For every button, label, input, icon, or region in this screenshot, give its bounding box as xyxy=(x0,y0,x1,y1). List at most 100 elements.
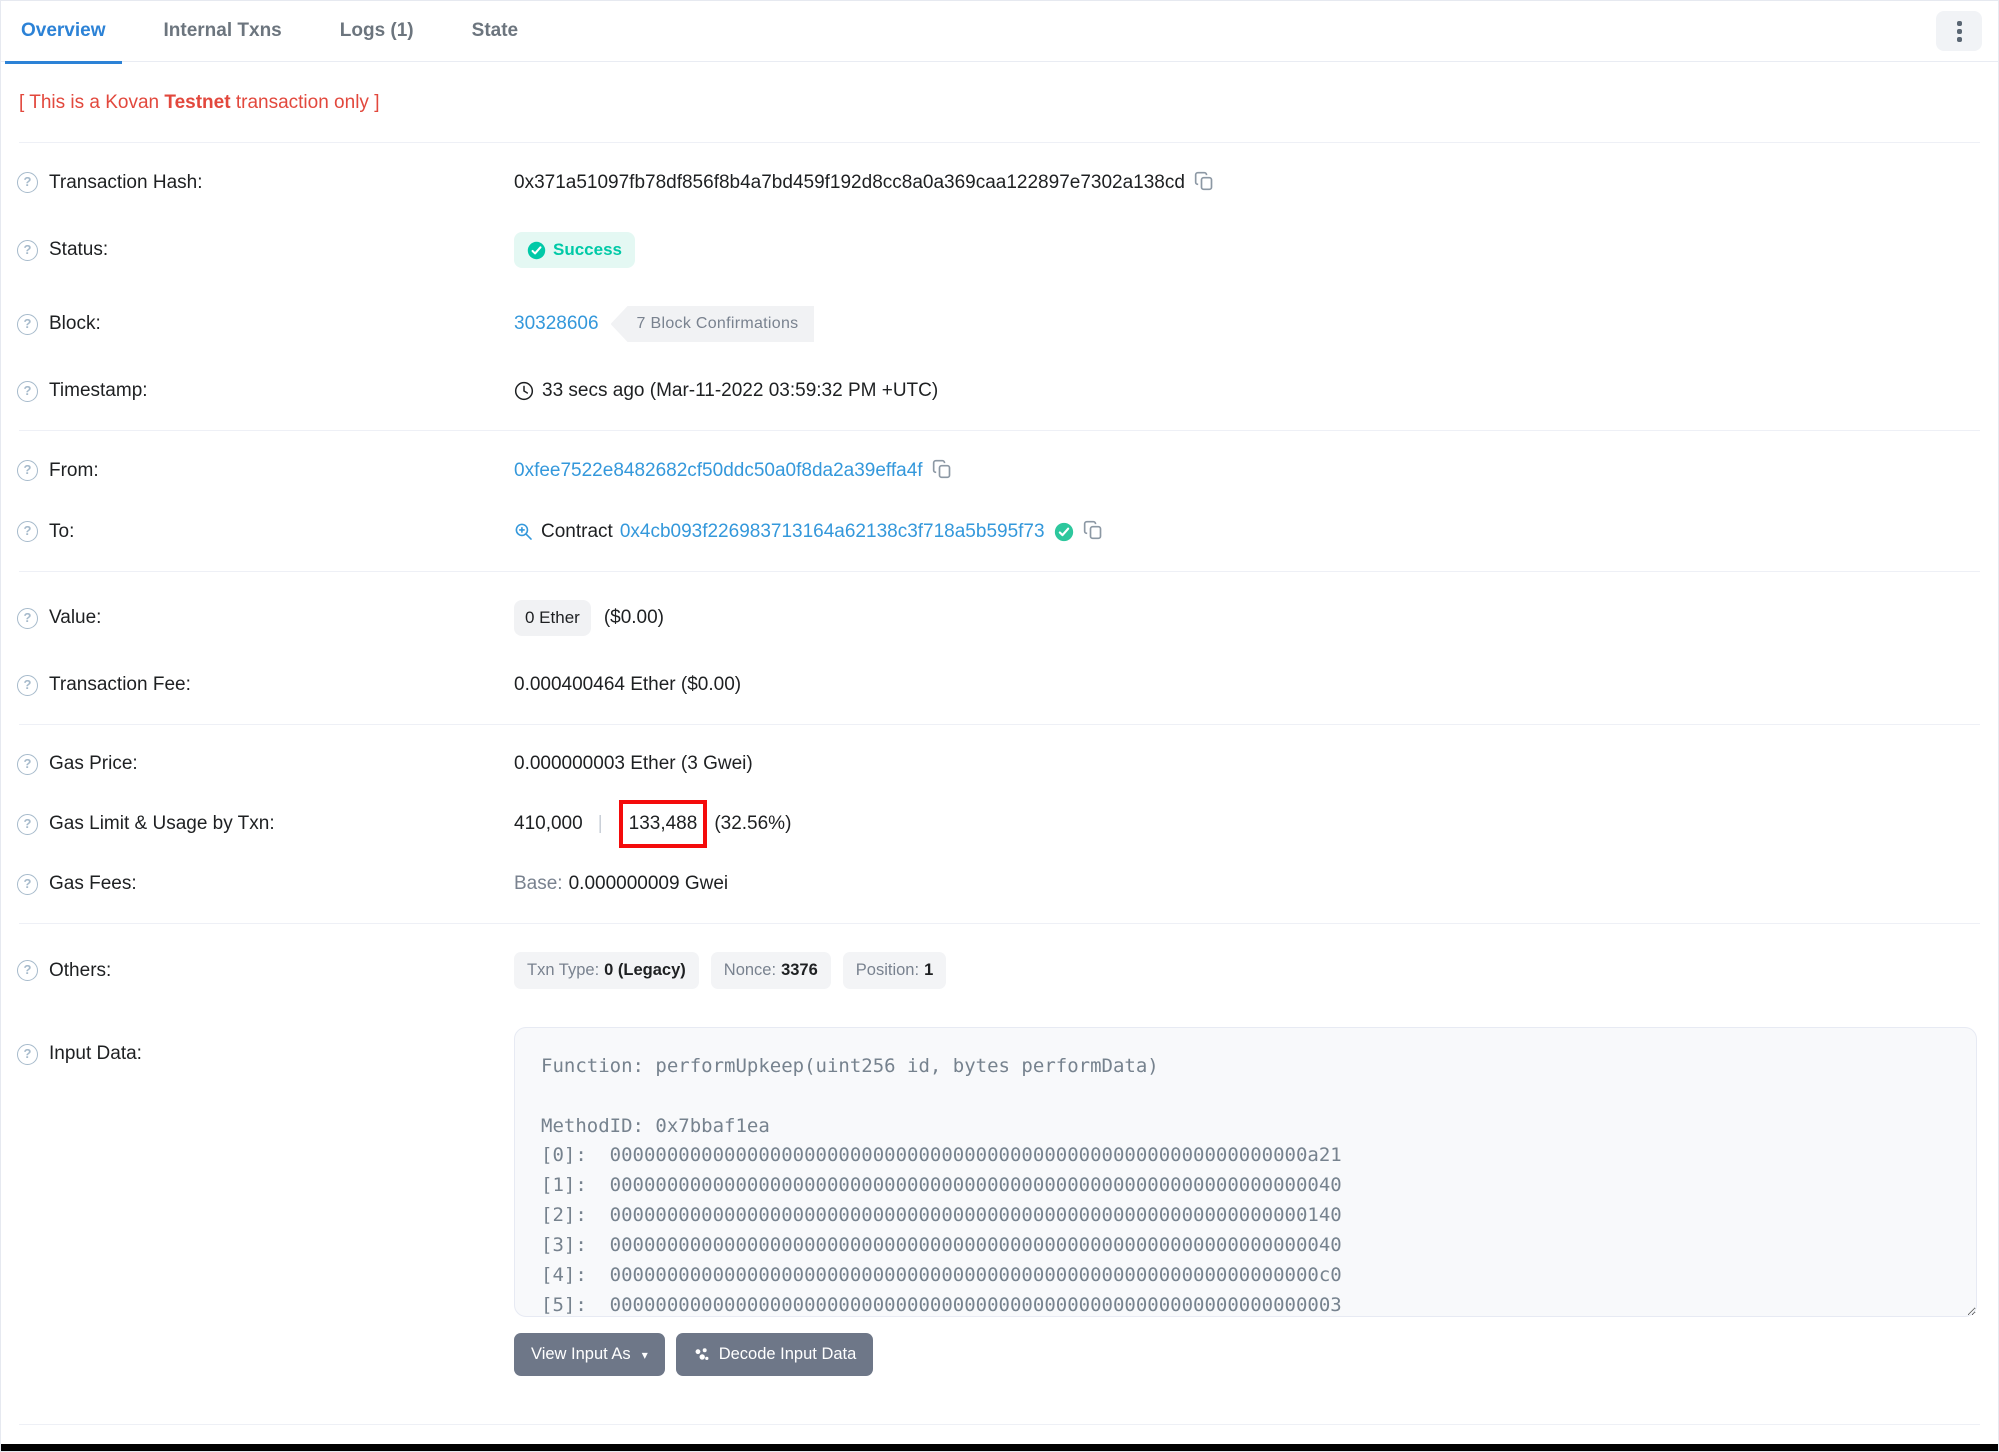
help-icon[interactable]: ? xyxy=(17,172,38,193)
check-circle-icon xyxy=(527,241,546,260)
copy-icon xyxy=(1083,520,1103,543)
status-label: Status: xyxy=(49,239,109,260)
copy-icon xyxy=(1194,171,1214,194)
row-gas-limit-usage: ? Gas Limit & Usage by Txn: 410,000 | 13… xyxy=(17,794,1982,854)
position-key: Position: xyxy=(855,961,920,979)
nonce-badge: Nonce: 3376 xyxy=(710,952,831,989)
gas-price-label: Gas Price: xyxy=(49,753,138,774)
chevron-down-icon: ▾ xyxy=(641,1347,648,1362)
input-data-textarea[interactable]: Function: performUpkeep(uint256 id, byte… xyxy=(514,1027,1977,1317)
transaction-hash-value: 0x371a51097fb78df856f8b4a7bd459f192d8cc8… xyxy=(514,171,1185,193)
decode-input-data-label: Decode Input Data xyxy=(718,1345,857,1363)
help-icon[interactable]: ? xyxy=(17,753,38,775)
magnifier-plus-icon[interactable] xyxy=(514,522,533,541)
row-others: ? Others: Txn Type: 0 (Legacy) Nonce: 3376… xyxy=(17,933,1982,1008)
copy-icon xyxy=(932,459,952,482)
tab-logs[interactable]: Logs (1) xyxy=(324,1,430,64)
gas-separator: | xyxy=(597,813,603,834)
to-address-link[interactable]: 0x4cb093f226983713164a62138c3f718a5b595f… xyxy=(620,521,1045,543)
help-icon[interactable]: ? xyxy=(17,313,38,335)
group-value-fee: ? Value: 0 Ether ($0.00) ? Transaction F… xyxy=(17,572,1982,724)
help-icon[interactable]: ? xyxy=(17,674,38,696)
gas-limit-label: Gas Limit & Usage by Txn: xyxy=(49,813,275,834)
others-label: Others: xyxy=(49,959,112,981)
txn-type-badge: Txn Type: 0 (Legacy) xyxy=(514,952,699,989)
row-timestamp: ? Timestamp: 33 secs ago (Mar-11-2022 03… xyxy=(17,361,1982,421)
bottom-black-bar xyxy=(1,1444,1998,1451)
copy-to-address-button[interactable] xyxy=(1083,520,1103,543)
gas-used-value: 133,488 xyxy=(628,813,698,834)
copy-from-address-button[interactable] xyxy=(932,459,952,482)
input-data-label: Input Data: xyxy=(49,1043,142,1064)
notice-suffix: transaction only ] xyxy=(230,92,380,113)
tab-state[interactable]: State xyxy=(456,1,534,64)
to-contract-word: Contract xyxy=(541,520,613,542)
notice-prefix: [ This is a Kovan xyxy=(19,92,165,113)
row-to: ? To: Contract 0x4cb093f226983713164a621… xyxy=(17,501,1982,562)
row-transaction-hash: ? Transaction Hash: 0x371a51097fb78df856… xyxy=(17,152,1982,213)
position-badge: Position: 1 xyxy=(842,952,947,989)
kebab-icon xyxy=(1956,20,1962,42)
transaction-fee-label: Transaction Fee: xyxy=(49,674,191,695)
gas-price-value: 0.000000003 Ether (3 Gwei) xyxy=(514,753,753,774)
help-icon[interactable]: ? xyxy=(17,460,38,481)
txn-type-key: Txn Type: xyxy=(527,961,600,979)
help-icon[interactable]: ? xyxy=(17,1043,38,1065)
testnet-notice: [ This is a Kovan Testnet transaction on… xyxy=(19,92,1982,114)
help-icon[interactable]: ? xyxy=(17,607,38,629)
transaction-fee-value: 0.000400464 Ether ($0.00) xyxy=(514,674,742,695)
decode-input-data-button[interactable]: Decode Input Data xyxy=(675,1333,874,1376)
block-confirmations-badge: 7 Block Confirmations xyxy=(610,306,815,342)
annotation-highlight-box: 133,488 xyxy=(618,800,708,848)
help-icon[interactable]: ? xyxy=(17,873,38,895)
view-input-as-label: View Input As xyxy=(531,1345,631,1363)
value-ether-badge: 0 Ether xyxy=(514,600,591,636)
group-from-to: ? From: 0xfee7522e8482682cf50ddc50a0f8da… xyxy=(17,431,1982,571)
gas-fees-label: Gas Fees: xyxy=(49,873,137,894)
help-icon[interactable]: ? xyxy=(17,239,38,261)
row-input-data: ? Input Data: Function: performUpkeep(ui… xyxy=(17,1008,1982,1395)
transaction-hash-label: Transaction Hash: xyxy=(49,171,203,193)
divider xyxy=(19,1424,1980,1425)
group-others-input: ? Others: Txn Type: 0 (Legacy) Nonce: 3376… xyxy=(17,924,1982,1404)
gas-fees-base-value: 0.000000009 Gwei xyxy=(568,873,729,894)
tabs: Overview Internal Txns Logs (1) State xyxy=(5,1,560,64)
timestamp-label: Timestamp: xyxy=(49,380,148,401)
gas-used-percent: (32.56%) xyxy=(714,813,792,834)
status-badge: Success xyxy=(514,232,635,268)
copy-transaction-hash-button[interactable] xyxy=(1194,171,1214,194)
help-icon[interactable]: ? xyxy=(17,380,38,402)
help-icon[interactable]: ? xyxy=(17,960,38,981)
row-from: ? From: 0xfee7522e8482682cf50ddc50a0f8da… xyxy=(17,440,1982,501)
group-gas: ? Gas Price: 0.000000003 Ether (3 Gwei) … xyxy=(17,725,1982,923)
value-usd: ($0.00) xyxy=(603,607,665,628)
from-label: From: xyxy=(49,459,99,481)
row-gas-price: ? Gas Price: 0.000000003 Ether (3 Gwei) xyxy=(17,734,1982,794)
decode-icon xyxy=(693,1346,710,1363)
status-value: Success xyxy=(553,240,622,259)
help-icon[interactable]: ? xyxy=(17,521,38,542)
verified-check-icon xyxy=(1054,522,1074,542)
row-block: ? Block: 30328606 7 Block Confirmations xyxy=(17,287,1982,361)
row-value: ? Value: 0 Ether ($0.00) xyxy=(17,581,1982,655)
tab-overview[interactable]: Overview xyxy=(5,1,122,64)
value-label: Value: xyxy=(49,607,102,628)
view-input-as-button[interactable]: View Input As ▾ xyxy=(514,1333,665,1376)
tab-bar: Overview Internal Txns Logs (1) State xyxy=(1,1,1998,64)
clock-icon xyxy=(514,381,534,401)
more-options-button[interactable] xyxy=(1936,11,1982,51)
help-icon[interactable]: ? xyxy=(17,813,38,835)
position-value: 1 xyxy=(924,961,934,979)
tab-internal-txns[interactable]: Internal Txns xyxy=(148,1,298,64)
nonce-value: 3376 xyxy=(781,961,818,979)
row-status: ? Status: Success xyxy=(17,213,1982,287)
to-label: To: xyxy=(49,520,75,542)
block-number-link[interactable]: 30328606 xyxy=(514,313,599,335)
timestamp-value: 33 secs ago (Mar-11-2022 03:59:32 PM +UT… xyxy=(542,380,939,401)
row-gas-fees: ? Gas Fees: Base: 0.000000009 Gwei xyxy=(17,854,1982,914)
txn-type-value: 0 (Legacy) xyxy=(604,961,686,979)
notice-bold: Testnet xyxy=(164,92,231,113)
from-address-link[interactable]: 0xfee7522e8482682cf50ddc50a0f8da2a39effa… xyxy=(514,460,923,482)
group-overview-top: ? Transaction Hash: 0x371a51097fb78df856… xyxy=(17,143,1982,430)
gas-limit-value: 410,000 xyxy=(514,813,583,834)
